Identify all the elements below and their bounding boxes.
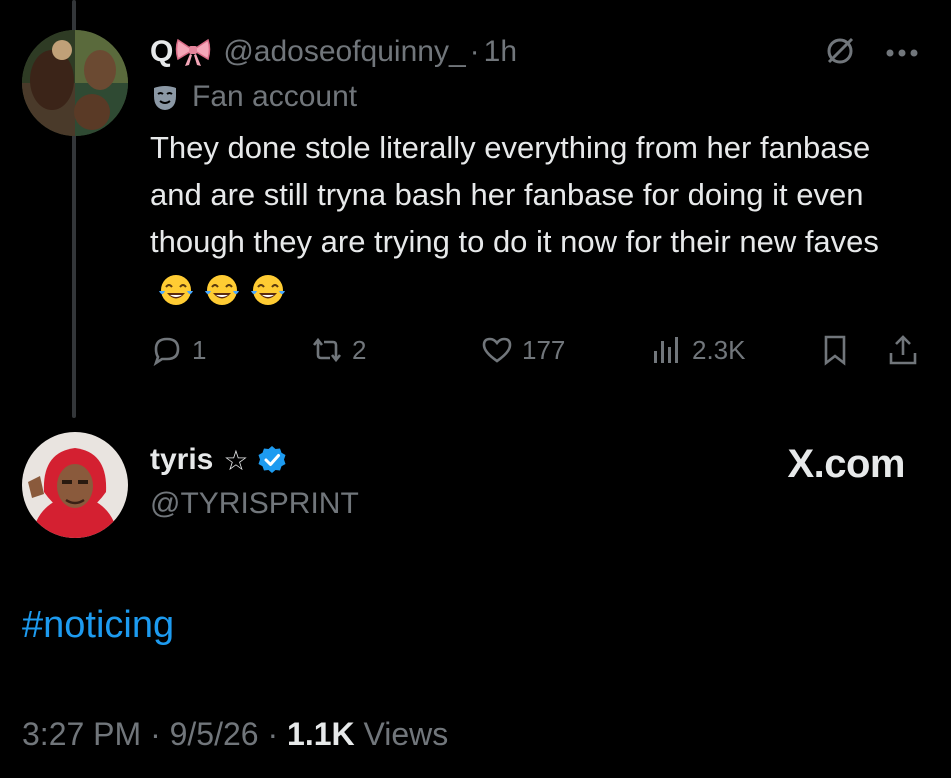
reply-icon bbox=[153, 337, 180, 367]
bow-icon bbox=[175, 37, 211, 67]
post-date[interactable]: 9/5/26 bbox=[170, 716, 259, 752]
post-time[interactable]: 3:27 PM bbox=[22, 716, 141, 752]
reply-handle[interactable]: @adoseofquinny_ bbox=[223, 35, 465, 69]
reply-separator: · bbox=[469, 35, 480, 68]
reply-count: 1 bbox=[192, 334, 207, 365]
repost-count: 2 bbox=[352, 334, 367, 365]
like-count: 177 bbox=[522, 334, 566, 365]
post-display-name: tyris bbox=[150, 443, 214, 476]
repost-button[interactable]: 2 bbox=[310, 330, 366, 370]
tears-of-joy-emoji-icon bbox=[159, 274, 193, 305]
reply-header: Q @adoseofquinny_ · 1h bbox=[150, 30, 517, 74]
views-count-reply: 2.3K bbox=[692, 334, 746, 365]
tears-of-joy-emoji-icon bbox=[251, 274, 285, 305]
like-button[interactable]: 177 bbox=[480, 330, 565, 370]
reply-header-actions bbox=[823, 34, 919, 73]
post-handle[interactable]: @TYRISPRINT bbox=[150, 487, 359, 521]
reply-time[interactable]: 1h bbox=[484, 35, 517, 69]
share-icon bbox=[889, 335, 917, 365]
post-views-count[interactable]: 1.1K bbox=[287, 716, 355, 752]
avatar-adoseofquinny[interactable] bbox=[22, 30, 128, 136]
more-icon[interactable] bbox=[885, 45, 919, 63]
reply-text: They done stole literally everything fro… bbox=[150, 130, 879, 259]
reply-action-bar: 1 2 177 2.3K bbox=[150, 330, 930, 370]
fan-account-text: Fan account bbox=[192, 80, 358, 113]
reply-display-name[interactable]: Q bbox=[150, 35, 173, 69]
meta-separator: · bbox=[150, 716, 161, 752]
reply-button[interactable]: 1 bbox=[150, 330, 206, 370]
share-button[interactable] bbox=[886, 330, 920, 370]
xcom-watermark: X.com bbox=[787, 442, 905, 486]
views-button[interactable]: 2.3K bbox=[650, 330, 746, 370]
bookmark-button[interactable] bbox=[818, 330, 852, 370]
reply-body: They done stole literally everything fro… bbox=[150, 124, 930, 312]
star-icon: ☆ bbox=[223, 444, 249, 476]
avatar-tyrisprint[interactable] bbox=[22, 432, 128, 538]
tears-of-joy-emoji-icon bbox=[205, 274, 239, 305]
mask-icon bbox=[154, 86, 176, 110]
emoji-row bbox=[156, 271, 288, 311]
views-icon bbox=[654, 337, 678, 363]
like-icon bbox=[482, 337, 512, 363]
bookmark-icon bbox=[824, 335, 846, 366]
verified-badge-icon[interactable] bbox=[256, 444, 288, 476]
meta-separator: · bbox=[267, 716, 279, 752]
post-views-label: Views bbox=[363, 716, 449, 752]
fan-account-label: Fan account bbox=[150, 80, 357, 114]
repost-icon bbox=[312, 337, 342, 363]
hashtag-link[interactable]: #noticing bbox=[22, 604, 174, 647]
post-author-name[interactable]: tyris ☆ bbox=[150, 443, 288, 477]
post-metadata: 3:27 PM · 9/5/26 · 1.1K Views bbox=[22, 716, 448, 753]
grok-icon[interactable] bbox=[823, 34, 857, 73]
